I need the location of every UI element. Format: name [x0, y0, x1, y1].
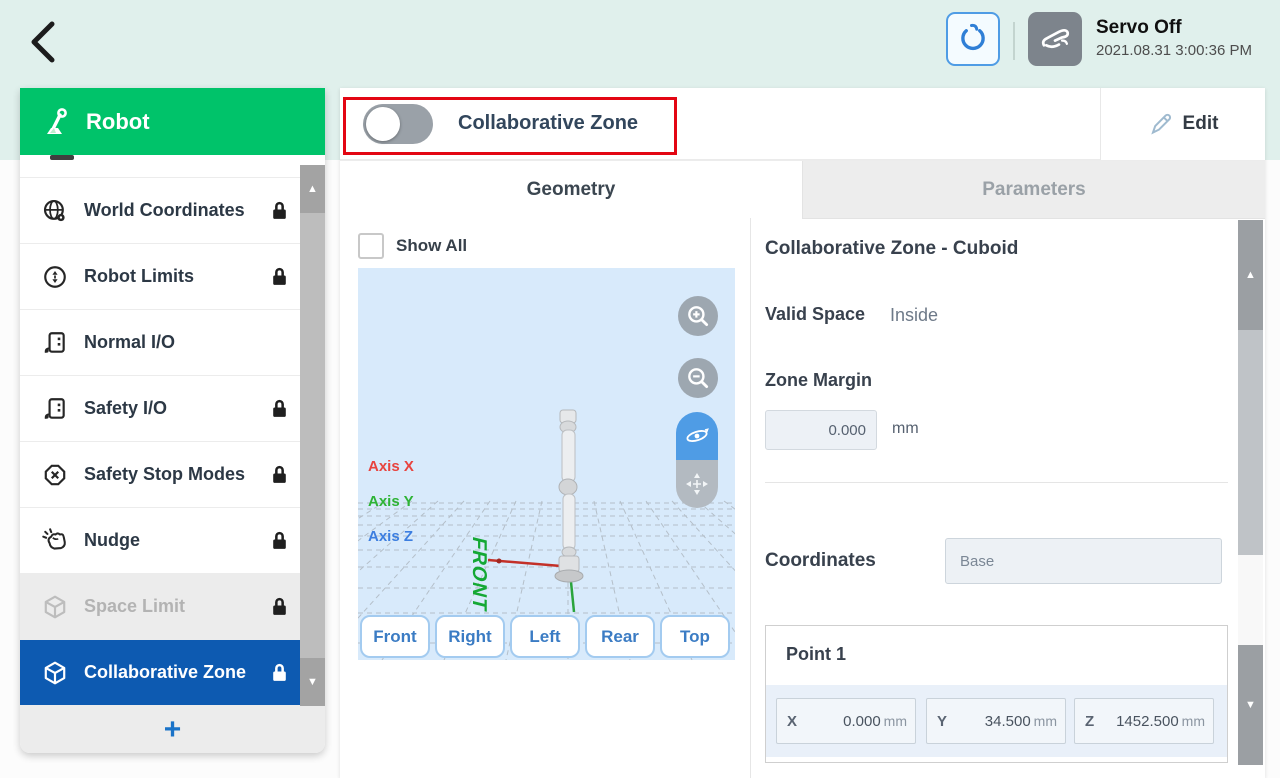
add-menu-button[interactable]: + [20, 706, 325, 753]
toggle-label: Collaborative Zone [458, 112, 638, 135]
scroll-up-button[interactable]: ▲ [1238, 220, 1263, 330]
pane-divider [750, 218, 751, 778]
view-right-button[interactable]: Right [435, 615, 505, 658]
point-z-input[interactable]: Z 1452.500mm [1074, 698, 1214, 744]
3d-viewer[interactable]: FRONT Axis X Axis Y Axis Z [358, 268, 735, 660]
cube-icon [42, 660, 68, 686]
zone-type-title: Collaborative Zone - Cuboid [765, 238, 1018, 260]
tab-bar: Geometry Parameters [340, 160, 1265, 218]
coordinates-input[interactable]: Base [945, 538, 1222, 584]
nudge-icon [42, 528, 68, 554]
view-front-button[interactable]: Front [360, 615, 430, 658]
sidebar: Robot World Coordinates Robot Limits [20, 88, 325, 753]
main-panel: Collaborative Zone Edit Geometry Paramet… [340, 88, 1265, 778]
lock-icon [271, 464, 288, 485]
lock-icon [271, 398, 288, 419]
view-top-button[interactable]: Top [660, 615, 730, 658]
geometry-content: Show All [340, 218, 1265, 778]
io-icon [42, 330, 68, 356]
coordinates-label: Coordinates [765, 550, 876, 572]
plus-icon: + [164, 713, 182, 747]
sidebar-header-robot: Robot [20, 88, 325, 155]
pan-arrows-icon [684, 471, 710, 497]
cutoff-icon [50, 155, 74, 160]
pencil-icon [1148, 111, 1174, 137]
show-all-label: Show All [396, 236, 467, 256]
timestamp: 2021.08.31 3:00:36 PM [1096, 42, 1252, 59]
stop-modes-icon [42, 462, 68, 488]
topbar-divider [1013, 22, 1015, 60]
io-icon [42, 396, 68, 422]
world-coordinates-icon [42, 198, 68, 224]
collaborative-zone-toggle[interactable] [363, 104, 433, 144]
robot-limits-icon [42, 264, 68, 290]
sidebar-item-collaborative-zone[interactable]: Collaborative Zone [20, 640, 300, 706]
scroll-down-button[interactable]: ▼ [300, 658, 325, 706]
chevron-left-icon [22, 16, 70, 68]
view-left-button[interactable]: Left [510, 615, 580, 658]
sidebar-item-safety-stop-modes[interactable]: Safety Stop Modes [20, 442, 300, 508]
robot-model [488, 408, 628, 618]
toggle-row: Collaborative Zone Edit [340, 88, 1265, 160]
zoom-in-button[interactable] [678, 296, 718, 336]
front-marker-label: FRONT [467, 534, 490, 614]
point-x-input[interactable]: X 0.000mm [776, 698, 916, 744]
orbit-icon [684, 423, 710, 449]
sidebar-item-space-limit[interactable]: Space Limit [20, 574, 300, 640]
sidebar-item-normal-io[interactable]: Normal I/O [20, 310, 300, 376]
valid-space-value: Inside [890, 305, 938, 326]
view-control[interactable] [676, 412, 718, 508]
details-scrollbar[interactable]: ▲ ▼ [1238, 220, 1263, 765]
rotate-mode-button[interactable] [676, 412, 718, 460]
lock-icon [271, 530, 288, 551]
point-1-fields: X 0.000mm Y 34.500mm Z 1452.500mm [766, 685, 1227, 757]
edit-label: Edit [1183, 113, 1219, 135]
hand-guide-button[interactable] [1028, 12, 1082, 66]
zoom-out-icon [685, 365, 711, 391]
scroll-down-button[interactable]: ▼ [1238, 645, 1263, 765]
robot-icon [42, 107, 72, 137]
valid-space-label: Valid Space [765, 304, 865, 325]
point-y-input[interactable]: Y 34.500mm [926, 698, 1066, 744]
sidebar-item-safety-io[interactable]: Safety I/O [20, 376, 300, 442]
sidebar-item-robot-limits[interactable]: Robot Limits [20, 244, 300, 310]
zone-margin-input[interactable]: 0.000 [765, 410, 877, 450]
zoom-out-button[interactable] [678, 358, 718, 398]
view-rear-button[interactable]: Rear [585, 615, 655, 658]
lock-icon [271, 596, 288, 617]
section-divider [765, 482, 1228, 483]
lock-icon [271, 662, 288, 683]
tab-geometry[interactable]: Geometry [340, 161, 802, 219]
tool-gripper-button[interactable] [946, 12, 1000, 66]
sidebar-item-partial [20, 155, 300, 178]
gripper-icon [955, 21, 991, 57]
axis-z-label: Axis Z [368, 528, 413, 545]
scrollbar-thumb[interactable] [1238, 330, 1263, 555]
zoom-in-icon [685, 303, 711, 329]
back-button[interactable] [22, 16, 70, 68]
cube-icon [42, 594, 68, 620]
lock-icon [271, 266, 288, 287]
sidebar-item-world-coordinates[interactable]: World Coordinates [20, 178, 300, 244]
sidebar-title: Robot [86, 109, 150, 135]
zone-margin-label: Zone Margin [765, 370, 872, 391]
axis-y-label: Axis Y [368, 493, 414, 510]
tab-parameters[interactable]: Parameters [802, 161, 1265, 219]
point-1-section: Point 1 X 0.000mm Y 34.500mm Z 1452.500m… [765, 625, 1228, 763]
hand-icon [1036, 20, 1074, 58]
toggle-knob [366, 107, 400, 141]
pan-mode-button[interactable] [676, 460, 718, 508]
sidebar-item-nudge[interactable]: Nudge [20, 508, 300, 574]
lock-icon [271, 200, 288, 221]
scroll-up-button[interactable]: ▲ [300, 165, 325, 213]
zone-margin-unit: mm [892, 420, 919, 438]
show-all-checkbox[interactable] [358, 233, 384, 259]
axis-x-label: Axis X [368, 458, 414, 475]
edit-button[interactable]: Edit [1100, 88, 1265, 160]
point-1-title: Point 1 [786, 644, 846, 665]
sidebar-scrollbar[interactable]: ▲ ▼ [300, 165, 325, 706]
servo-status: Servo Off [1096, 17, 1182, 39]
